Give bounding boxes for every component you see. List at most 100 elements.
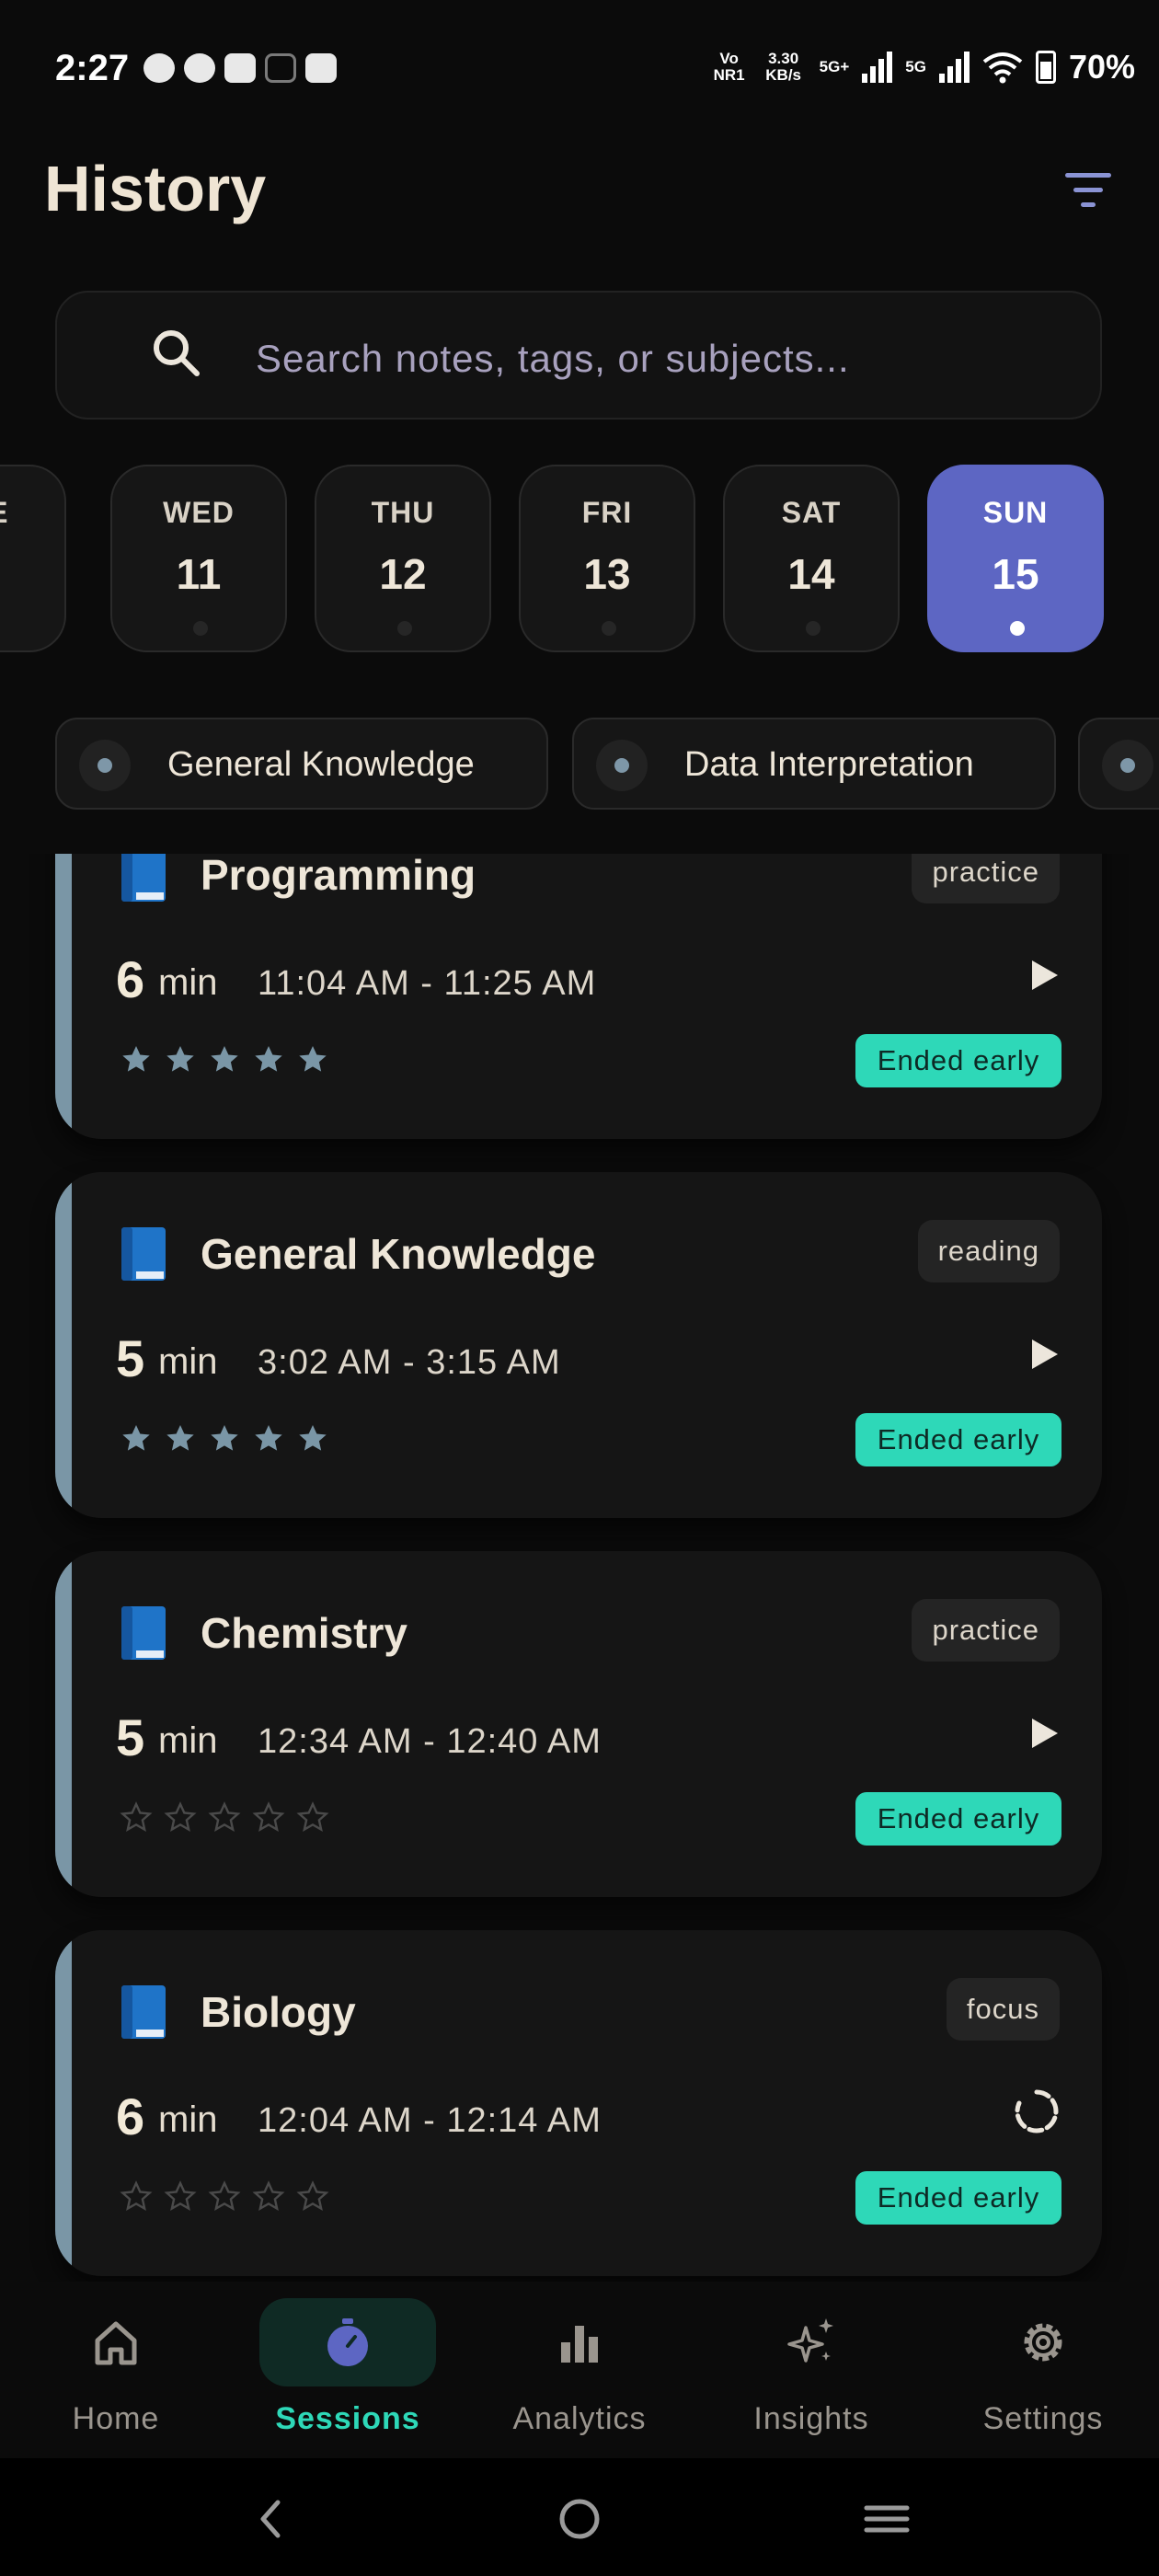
book-icon — [121, 1606, 166, 1660]
session-duration: 6 — [116, 950, 145, 1008]
session-subject: General Knowledge — [201, 1230, 596, 1278]
nav-home[interactable]: Home — [0, 2282, 232, 2458]
status-bar: 2:27 Vo NR1 3.30 KB/s 5G+ 5G 70% — [0, 0, 1159, 138]
session-type-badge: practice — [912, 854, 1060, 903]
recents-menu-icon[interactable] — [859, 2491, 914, 2547]
day-of-week: THU — [371, 496, 435, 529]
star-empty-icon[interactable] — [296, 2180, 329, 2214]
duration-unit: min — [158, 1341, 218, 1382]
day-tile-wed[interactable]: WED 11 — [110, 465, 287, 652]
subject-chip-more[interactable] — [1078, 718, 1159, 810]
chip-dot-icon — [1102, 740, 1153, 791]
play-icon[interactable] — [1023, 1334, 1063, 1374]
session-card[interactable]: Biology focus 6 min 12:04 AM - 12:14 AM … — [55, 1930, 1102, 2276]
star-filled-icon[interactable] — [164, 1043, 197, 1076]
day-tile-sun[interactable]: SUN 15 — [927, 465, 1104, 652]
nav-settings[interactable]: Settings — [927, 2282, 1159, 2458]
search-input[interactable]: Search notes, tags, or subjects... — [55, 291, 1102, 420]
star-filled-icon[interactable] — [296, 1043, 329, 1076]
day-number: 12 — [379, 550, 427, 598]
battery-icon — [1035, 51, 1056, 84]
star-filled-icon[interactable] — [208, 1043, 241, 1076]
day-tile-tue[interactable]: TUE 10 — [0, 465, 66, 652]
star-filled-icon[interactable] — [296, 1422, 329, 1455]
star-filled-icon[interactable] — [252, 1043, 285, 1076]
battery-level: 70% — [1068, 48, 1135, 86]
loading-spinner-icon — [1015, 2089, 1059, 2133]
session-type-badge: focus — [946, 1978, 1060, 2041]
nav-label: Analytics — [512, 2401, 647, 2436]
day-indicator-dot — [397, 621, 412, 636]
star-filled-icon[interactable] — [164, 1422, 197, 1455]
nav-analytics[interactable]: Analytics — [464, 2282, 695, 2458]
chat-bubble-icon — [143, 53, 175, 83]
star-empty-icon[interactable] — [208, 1801, 241, 1834]
nav-sessions[interactable]: Sessions — [232, 2282, 464, 2458]
star-empty-icon[interactable] — [252, 2180, 285, 2214]
session-card[interactable]: General Knowledge reading 5 min 3:02 AM … — [55, 1172, 1102, 1518]
chip-label: Data Interpretation — [684, 745, 974, 784]
discord-icon — [224, 53, 256, 83]
star-empty-icon[interactable] — [120, 2180, 153, 2214]
star-empty-icon[interactable] — [208, 2180, 241, 2214]
star-empty-icon[interactable] — [164, 1801, 197, 1834]
chip-dot-icon — [79, 740, 131, 791]
nav-label: Home — [72, 2401, 160, 2436]
status-badge: Ended early — [855, 2171, 1061, 2225]
day-selector[interactable]: TUE 10 WED 11 THU 12 FRI 13 SAT 14 SUN 1… — [0, 465, 1159, 654]
day-of-week: SUN — [982, 496, 1049, 529]
day-indicator-dot — [806, 621, 820, 636]
day-tile-thu[interactable]: THU 12 — [315, 465, 491, 652]
star-filled-icon[interactable] — [252, 1422, 285, 1455]
star-empty-icon[interactable] — [252, 1801, 285, 1834]
network-speed: 3.30 KB/s — [765, 50, 801, 84]
notification-icons — [143, 53, 337, 83]
subject-chip-general-knowledge[interactable]: General Knowledge — [55, 718, 548, 810]
session-time-range: 11:04 AM - 11:25 AM — [258, 964, 597, 1003]
bar-chart-icon — [561, 2326, 598, 2363]
star-empty-icon[interactable] — [164, 2180, 197, 2214]
sparkles-icon — [787, 2318, 833, 2363]
status-badge: Ended early — [855, 1413, 1061, 1466]
system-status: Vo NR1 3.30 KB/s 5G+ 5G 70% — [711, 48, 1135, 86]
day-tile-fri[interactable]: FRI 13 — [519, 465, 695, 652]
star-filled-icon[interactable] — [120, 1043, 153, 1076]
book-icon — [121, 1985, 166, 2039]
youtube-icon — [305, 53, 337, 83]
session-card[interactable]: Programming practice 6 min 11:04 AM - 11… — [55, 854, 1102, 1139]
star-filled-icon[interactable] — [208, 1422, 241, 1455]
star-empty-icon[interactable] — [120, 1801, 153, 1834]
card-accent-stripe — [55, 1172, 72, 1518]
day-number: 13 — [583, 550, 631, 598]
session-card[interactable]: Chemistry practice 5 min 12:34 AM - 12:4… — [55, 1551, 1102, 1897]
session-subject: Biology — [201, 1988, 356, 2036]
session-duration: 6 — [116, 2087, 145, 2145]
rating-stars[interactable] — [120, 1801, 329, 1834]
back-icon[interactable] — [245, 2491, 300, 2547]
session-time-range: 3:02 AM - 3:15 AM — [258, 1343, 561, 1382]
card-accent-stripe — [55, 854, 72, 1139]
day-number: 11 — [176, 550, 222, 598]
timer-icon — [327, 2318, 368, 2366]
session-time-range: 12:34 AM - 12:40 AM — [258, 1722, 602, 1761]
rating-stars[interactable] — [120, 1043, 329, 1076]
star-empty-icon[interactable] — [296, 1801, 329, 1834]
whatsapp-icon — [184, 53, 215, 83]
star-filled-icon[interactable] — [120, 1422, 153, 1455]
play-icon[interactable] — [1023, 1713, 1063, 1754]
card-accent-stripe — [55, 1930, 72, 2276]
subject-chip-data-interpretation[interactable]: Data Interpretation — [572, 718, 1056, 810]
session-list[interactable]: Programming practice 6 min 11:04 AM - 11… — [0, 854, 1159, 2282]
wifi-icon — [982, 52, 1023, 84]
search-icon — [154, 330, 200, 376]
home-circle-icon[interactable] — [552, 2491, 607, 2547]
rating-stars[interactable] — [120, 1422, 329, 1455]
nav-insights[interactable]: Insights — [695, 2282, 927, 2458]
rating-stars[interactable] — [120, 2180, 329, 2214]
filter-button[interactable] — [1065, 169, 1122, 212]
signal-label-2: 5G — [905, 58, 926, 75]
session-duration: 5 — [116, 1329, 145, 1387]
day-tile-sat[interactable]: SAT 14 — [723, 465, 900, 652]
day-indicator-dot — [193, 621, 208, 636]
play-icon[interactable] — [1023, 955, 1063, 995]
